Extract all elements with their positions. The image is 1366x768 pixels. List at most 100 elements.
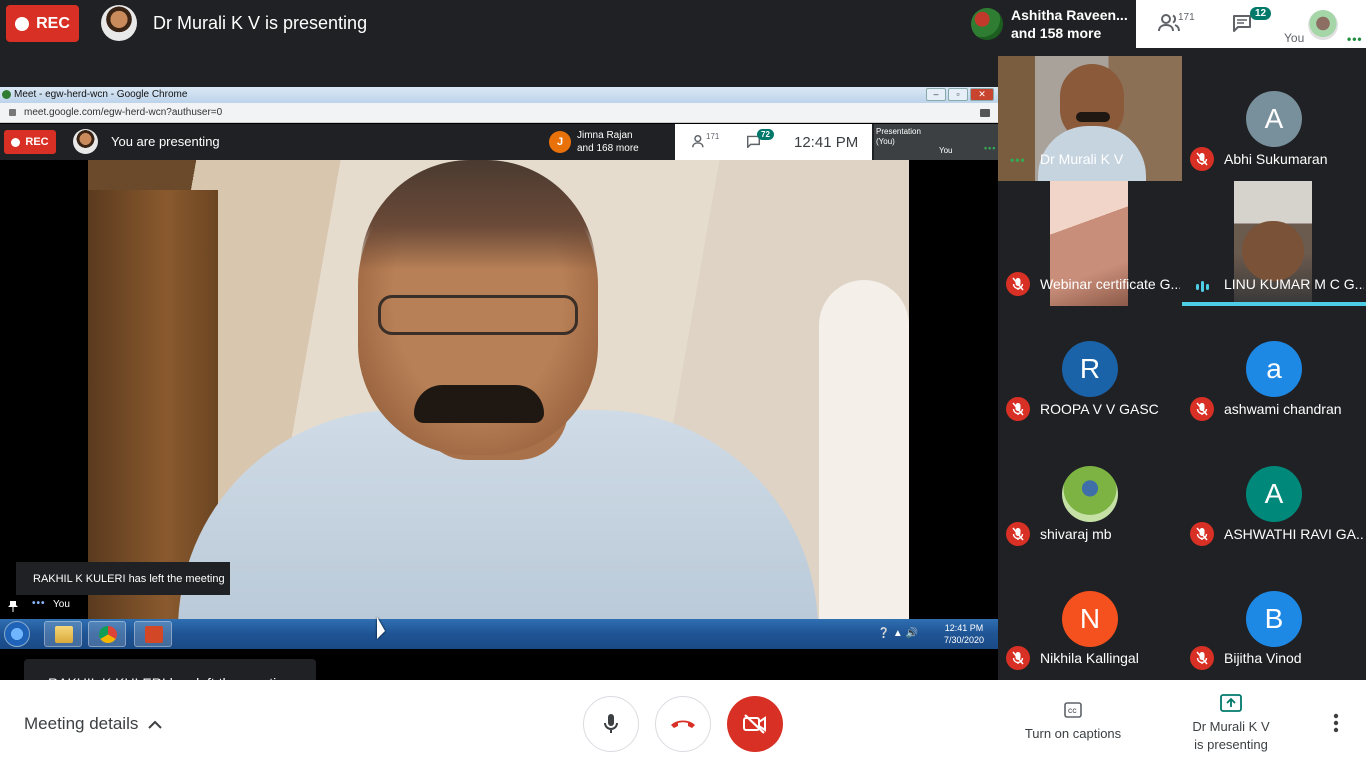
chevron-up-icon — [148, 720, 163, 729]
more-options-icon[interactable] — [1326, 712, 1346, 734]
inner-time: 12:41 PM — [794, 134, 859, 151]
mic-off-icon — [1190, 397, 1214, 421]
participant-tile[interactable]: shivaraj mb — [998, 431, 1182, 556]
chrome-titlebar: Meet - egw-herd-wcn - Google Chrome – ▫ … — [0, 87, 998, 103]
taskbar-explorer[interactable] — [44, 621, 82, 647]
participant-tile[interactable]: A Abhi Sukumaran — [1182, 56, 1366, 181]
inner-dots-icon: ••• — [984, 143, 997, 153]
participant-name: ashwami chandran — [1224, 401, 1342, 417]
participant-tile[interactable]: N Nikhila Kallingal — [998, 556, 1182, 680]
taskbar-clock[interactable]: 12:41 PM 7/30/2020 — [944, 622, 984, 646]
close-window-button[interactable]: ✕ — [970, 88, 994, 101]
mic-off-icon — [1190, 522, 1214, 546]
recording-badge[interactable]: REC — [6, 5, 79, 42]
inner-attendee-more: and 168 more — [577, 143, 639, 154]
presenting-line2: is presenting — [1194, 737, 1268, 752]
camera-off-icon — [743, 714, 766, 734]
more-dots-icon[interactable]: ••• — [1347, 32, 1363, 46]
presenter-video — [88, 160, 909, 620]
present-screen-icon — [1220, 694, 1242, 712]
participant-name: Abhi Sukumaran — [1224, 151, 1328, 167]
start-button[interactable] — [4, 621, 30, 647]
chrome-icon — [99, 626, 117, 643]
presenting-line1: Dr Murali K V — [1192, 719, 1270, 734]
attendees-summary[interactable]: Ashitha Raveen... and 158 more — [963, 0, 1135, 48]
mic-off-icon — [1006, 522, 1030, 546]
participant-tile[interactable]: A ASHWATHI RAVI GA... — [1182, 431, 1366, 556]
inner-self-you: You — [53, 599, 70, 610]
taskbar-powerpoint[interactable] — [134, 621, 172, 647]
mic-off-icon — [1006, 272, 1030, 296]
participant-tile[interactable]: LINU KUMAR M C G... — [1182, 181, 1366, 306]
mic-off-icon — [1190, 147, 1214, 171]
taskbar-time: 12:41 PM — [944, 623, 984, 633]
chrome-title-text: Meet - egw-herd-wcn - Google Chrome — [14, 89, 188, 100]
captions-label: Turn on captions — [1024, 726, 1122, 741]
participant-name: Webinar certificate G... — [1040, 276, 1180, 292]
captions-button[interactable]: CC Turn on captions — [1014, 702, 1132, 741]
inner-left-toast: RAKHIL K KULERI has left the meeting — [16, 562, 230, 595]
attendee-avatar — [971, 8, 1003, 40]
inner-recording-badge: REC — [4, 130, 56, 154]
system-tray[interactable]: ❔ ▲ 🔊 — [878, 628, 918, 639]
people-icon[interactable] — [1158, 14, 1180, 32]
mic-off-icon — [1006, 397, 1030, 421]
self-avatar[interactable] — [1308, 10, 1338, 40]
inner-attendee-avatar: J — [549, 131, 571, 153]
minimize-button[interactable]: – — [926, 88, 946, 101]
inner-record-dot-icon — [11, 137, 21, 147]
chrome-address-bar[interactable]: meet.google.com/egw-herd-wcn?authuser=0 — [0, 103, 998, 123]
participant-tile[interactable]: R ROOPA V V GASC — [998, 306, 1182, 431]
recording-label: REC — [36, 14, 70, 32]
inner-attendee-name: Jimna Rajan — [577, 130, 633, 141]
camera-extension-icon[interactable] — [980, 109, 990, 117]
presenter-avatar — [101, 5, 137, 41]
presenting-button[interactable]: Dr Murali K V is presenting — [1176, 694, 1286, 754]
chat-count-badge: 12 — [1250, 7, 1272, 20]
inner-presenter-avatar — [73, 129, 98, 154]
taskbar-date: 7/30/2020 — [943, 635, 984, 645]
url-text: meet.google.com/egw-herd-wcn?authuser=0 — [24, 107, 223, 118]
meeting-details-button[interactable]: Meeting details — [24, 714, 163, 734]
participant-tile[interactable]: Webinar certificate G... — [998, 181, 1182, 306]
active-dots-icon: ••• — [1010, 153, 1026, 167]
inner-self-view-strip: ••• You — [0, 595, 998, 621]
participant-tile[interactable]: a ashwami chandran — [1182, 306, 1366, 431]
speaking-indicator-icon — [1196, 281, 1209, 292]
presenter-title: Dr Murali K V is presenting — [153, 13, 368, 33]
inner-presentation-label: Presentation (You) — [876, 127, 921, 146]
participant-avatar: A — [1246, 466, 1302, 522]
inner-chat-badge: 72 — [757, 129, 774, 140]
microphone-button[interactable] — [583, 696, 639, 752]
participant-tile[interactable]: B Bijitha Vinod — [1182, 556, 1366, 680]
inner-you-label: You — [939, 146, 953, 155]
mouse-cursor-icon — [377, 617, 385, 639]
participant-avatar — [1062, 466, 1118, 522]
maximize-button[interactable]: ▫ — [948, 88, 968, 101]
video-glasses — [378, 295, 578, 335]
participant-avatar: a — [1246, 341, 1302, 397]
inner-people-count: 171 — [706, 132, 720, 141]
people-count: 171 — [1178, 12, 1195, 23]
chrome-favicon-icon — [2, 90, 11, 99]
you-label: You — [1284, 31, 1305, 45]
captions-icon: CC — [1064, 702, 1082, 718]
participant-tile[interactable]: ••• Dr Murali K V — [998, 56, 1182, 181]
mic-off-icon — [1006, 646, 1030, 670]
participant-avatar: N — [1062, 591, 1118, 647]
participant-grid: ••• Dr Murali K V A Abhi Sukumaran Webin… — [998, 56, 1366, 680]
top-controls: 171 12 You ••• — [1136, 0, 1366, 48]
taskbar-chrome[interactable] — [88, 621, 126, 647]
participant-name: Nikhila Kallingal — [1040, 650, 1139, 666]
pin-icon — [8, 601, 18, 612]
participant-name: ROOPA V V GASC — [1040, 401, 1159, 417]
chat-icon[interactable] — [1232, 14, 1252, 32]
participant-name: Dr Murali K V — [1040, 151, 1124, 167]
camera-off-button[interactable] — [727, 696, 783, 752]
bottom-controls-bar: Meeting details CC Turn on captions Dr M… — [0, 680, 1366, 768]
participant-name: LINU KUMAR M C G... — [1224, 276, 1364, 292]
leave-call-button[interactable] — [655, 696, 711, 752]
svg-text:CC: CC — [1068, 709, 1077, 715]
inner-controls: 171 72 12:41 PM — [675, 124, 872, 160]
video-hair — [360, 160, 596, 270]
